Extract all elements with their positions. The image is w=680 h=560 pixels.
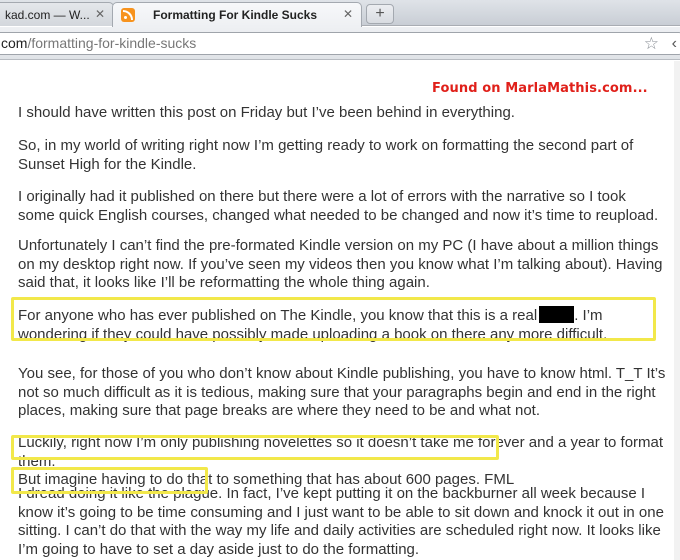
star-icon[interactable]: ☆ (644, 34, 659, 54)
paragraph-text: I dread doing it like the plague. (18, 485, 223, 502)
page-content: Found on MarlaMathis.com... I should hav… (0, 61, 680, 560)
watermark: Found on MarlaMathis.com... (432, 81, 648, 96)
tab-title: Formatting For Kindle Sucks (153, 8, 318, 22)
paragraph: I dread doing it like the plague. In fac… (18, 485, 666, 559)
url-path: /formatting-for-kindle-sucks (27, 35, 197, 51)
redaction-block (539, 306, 575, 323)
tab-formatting-for-kindle-sucks[interactable]: Formatting For Kindle Sucks ✕ (112, 2, 362, 27)
tab-strip: kad.com — W... ✕ Formatting For Kindle S… (0, 0, 680, 27)
browser-toolbar: com/formatting-for-kindle-sucks ☆ ‹ (0, 27, 680, 60)
paragraph: So, in my world of writing right now I’m… (18, 137, 634, 173)
tab-title: kad.com — W... (5, 7, 90, 22)
paragraph: Unfortunately I can’t find the pre-forma… (18, 237, 663, 291)
new-tab-button[interactable]: + (366, 4, 394, 24)
chevron-left-icon[interactable]: ‹ (672, 33, 677, 55)
paragraph: I should have written this post on Frida… (18, 104, 515, 121)
close-icon[interactable]: ✕ (95, 7, 105, 21)
paragraph: You see, for those of you who don’t know… (18, 365, 666, 419)
rss-icon (121, 8, 135, 22)
paragraph: Luckily, right now I’m only publishing n… (18, 434, 666, 490)
post-meta-strip (18, 61, 218, 65)
url-host: com (1, 35, 28, 51)
tab-previous[interactable]: kad.com — W... ✕ (0, 2, 114, 26)
paragraph-text: Luckily, right now I’m only publishing n… (18, 434, 664, 470)
close-icon[interactable]: ✕ (343, 7, 353, 21)
paragraph-text: For anyone who has ever published on The… (18, 307, 538, 324)
paragraph: I originally had it published on there b… (18, 188, 659, 224)
scrollbar[interactable] (674, 61, 680, 560)
paragraph: For anyone who has ever published on The… (18, 306, 666, 344)
address-bar[interactable]: com/formatting-for-kindle-sucks ☆ ‹ (0, 32, 680, 55)
